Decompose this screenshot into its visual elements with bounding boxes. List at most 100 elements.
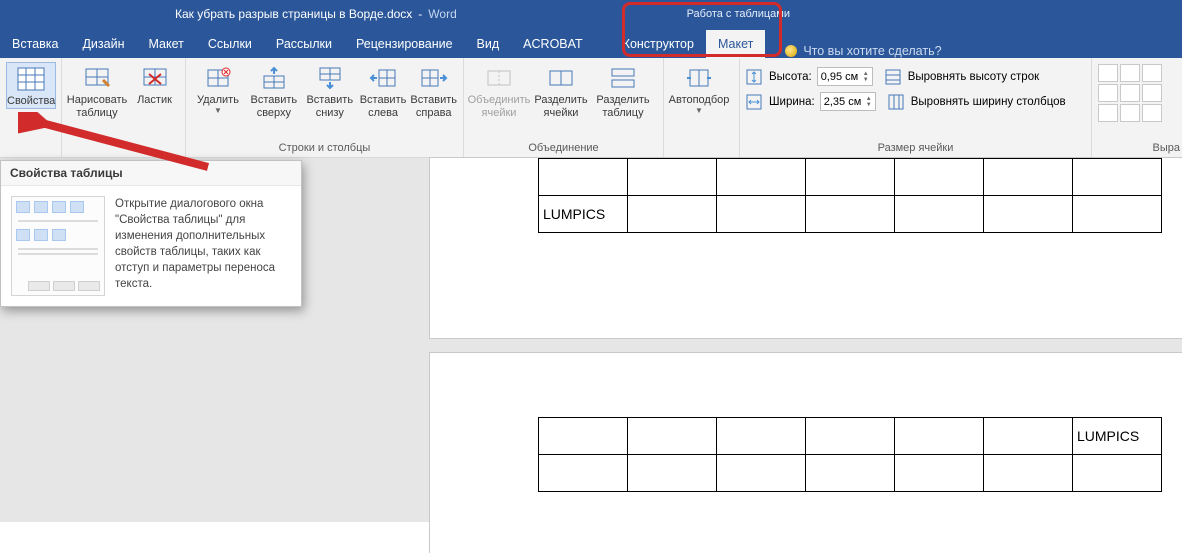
ribbon: Свойства Нарисовать таблицу Ластик xyxy=(0,58,1182,158)
document-table-1[interactable]: LUMPICS xyxy=(538,158,1162,233)
width-input[interactable]: 2,35 см▲▼ xyxy=(820,92,876,111)
group-autofit: Автоподбор ▼ xyxy=(664,58,740,157)
tab-acrobat[interactable]: ACROBAT xyxy=(511,30,595,58)
insert-left-button[interactable]: Вставить слева xyxy=(360,62,407,119)
split-table-label: Разделить таблицу xyxy=(594,92,652,119)
autofit-button[interactable]: Автоподбор ▼ xyxy=(670,62,728,115)
context-title: Работа с таблицами xyxy=(687,8,790,20)
tab-table-layout[interactable]: Макет xyxy=(706,30,765,58)
width-icon xyxy=(746,94,764,110)
insert-above-button[interactable]: Вставить сверху xyxy=(248,62,300,119)
tell-me-placeholder: Что вы хотите сделать? xyxy=(803,44,941,58)
height-input[interactable]: 0,95 см▲▼ xyxy=(817,67,873,86)
insert-above-icon xyxy=(258,64,290,92)
tooltip-description: Открытие диалогового окна "Свойства табл… xyxy=(115,196,291,296)
tab-view[interactable]: Вид xyxy=(465,30,512,58)
ribbon-tabstrip: Вставка Дизайн Макет Ссылки Рассылки Рец… xyxy=(0,28,1182,58)
alignment-grid xyxy=(1098,62,1162,122)
table-row: LUMPICS xyxy=(539,418,1162,455)
page-1: LUMPICS xyxy=(430,158,1182,338)
document-table-2[interactable]: LUMPICS xyxy=(538,417,1162,492)
context-title-area: Работа с таблицами xyxy=(675,0,802,28)
tab-table-design[interactable]: Конструктор xyxy=(611,30,706,58)
group-rows-cols: Удалить ▼ Вставить сверху Вставить снизу… xyxy=(186,58,464,157)
insert-below-icon xyxy=(314,64,346,92)
eraser-button[interactable]: Ластик xyxy=(130,62,179,107)
tab-review[interactable]: Рецензирование xyxy=(344,30,465,58)
tooltip-title: Свойства таблицы xyxy=(1,161,301,186)
insert-right-label: Вставить справа xyxy=(410,92,457,119)
page-2: LUMPICS xyxy=(430,353,1182,553)
height-label: Высота: xyxy=(769,71,812,83)
group-alignment: Выра xyxy=(1092,58,1182,157)
autofit-icon xyxy=(683,64,715,92)
dropdown-icon: ▼ xyxy=(214,107,222,115)
table-cell-text[interactable]: LUMPICS xyxy=(539,196,628,233)
draw-table-label: Нарисовать таблицу xyxy=(67,92,127,119)
group-merge-label: Объединение xyxy=(464,140,663,157)
merge-cells-label: Объединить ячейки xyxy=(468,92,531,119)
spinner-icon[interactable]: ▲▼ xyxy=(863,71,869,83)
insert-left-label: Вставить слева xyxy=(360,92,407,119)
group-alignment-label: Выра xyxy=(1092,140,1182,157)
align-mc[interactable] xyxy=(1120,84,1140,102)
tooltip-table-properties: Свойства таблицы Открытие диалогового ок… xyxy=(0,160,302,307)
distribute-cols-label: Выровнять ширину столбцов xyxy=(911,96,1066,108)
group-merge: Объединить ячейки Разделить ячейки Разде… xyxy=(464,58,664,157)
split-table-button[interactable]: Разделить таблицу xyxy=(594,62,652,119)
tab-layout[interactable]: Макет xyxy=(137,30,196,58)
group-cell-size: Высота: 0,95 см▲▼ Выровнять высоту строк… xyxy=(740,58,1092,157)
tab-insert[interactable]: Вставка xyxy=(0,30,70,58)
split-cells-label: Разделить ячейки xyxy=(532,92,590,119)
spinner-icon[interactable]: ▲▼ xyxy=(866,96,872,108)
draw-table-icon xyxy=(81,64,113,92)
row-height-control[interactable]: Высота: 0,95 см▲▼ xyxy=(746,66,873,87)
bulb-icon xyxy=(785,45,797,57)
merge-cells-button: Объединить ячейки xyxy=(470,62,528,119)
table-row xyxy=(539,159,1162,196)
table-cell-text[interactable]: LUMPICS xyxy=(1073,418,1162,455)
col-width-control[interactable]: Ширина: 2,35 см▲▼ xyxy=(746,91,876,112)
align-tc[interactable] xyxy=(1120,64,1140,82)
table-row: LUMPICS xyxy=(539,196,1162,233)
insert-below-button[interactable]: Вставить снизу xyxy=(304,62,356,119)
group-cell-size-label: Размер ячейки xyxy=(740,140,1091,157)
distribute-rows-button[interactable]: Выровнять высоту строк xyxy=(885,68,1039,86)
align-tl[interactable] xyxy=(1098,64,1118,82)
doc-name: Как убрать разрыв страницы в Ворде.docx xyxy=(175,7,412,21)
align-br[interactable] xyxy=(1142,104,1162,122)
insert-right-button[interactable]: Вставить справа xyxy=(410,62,457,119)
distribute-cols-button[interactable]: Выровнять ширину столбцов xyxy=(888,93,1066,111)
eraser-icon xyxy=(139,64,171,92)
title-text: Как убрать разрыв страницы в Ворде.docx … xyxy=(175,0,457,28)
distribute-cols-icon xyxy=(888,94,906,110)
tab-references[interactable]: Ссылки xyxy=(196,30,264,58)
properties-button[interactable]: Свойства xyxy=(6,62,56,109)
tab-mailings[interactable]: Рассылки xyxy=(264,30,344,58)
align-bl[interactable] xyxy=(1098,104,1118,122)
align-bc[interactable] xyxy=(1120,104,1140,122)
delete-icon xyxy=(202,64,234,92)
height-icon xyxy=(746,69,764,85)
insert-left-icon xyxy=(367,64,399,92)
eraser-label: Ластик xyxy=(137,92,172,107)
align-tr[interactable] xyxy=(1142,64,1162,82)
context-tabs: Конструктор Макет xyxy=(611,30,766,58)
width-label: Ширина: xyxy=(769,96,815,108)
split-cells-button[interactable]: Разделить ячейки xyxy=(532,62,590,119)
tell-me-search[interactable]: Что вы хотите сделать? xyxy=(785,44,941,58)
draw-table-button[interactable]: Нарисовать таблицу xyxy=(68,62,126,119)
table-row xyxy=(539,455,1162,492)
delete-button[interactable]: Удалить ▼ xyxy=(192,62,244,115)
distribute-rows-icon xyxy=(885,69,903,85)
align-mr[interactable] xyxy=(1142,84,1162,102)
tab-design[interactable]: Дизайн xyxy=(70,30,136,58)
split-table-icon xyxy=(607,64,639,92)
align-ml[interactable] xyxy=(1098,84,1118,102)
insert-right-icon xyxy=(418,64,450,92)
title-bar: Как убрать разрыв страницы в Ворде.docx … xyxy=(0,0,1182,28)
distribute-rows-label: Выровнять высоту строк xyxy=(908,71,1039,83)
delete-label: Удалить xyxy=(197,92,239,107)
dropdown-icon: ▼ xyxy=(695,107,703,115)
title-sep: - xyxy=(418,7,422,21)
